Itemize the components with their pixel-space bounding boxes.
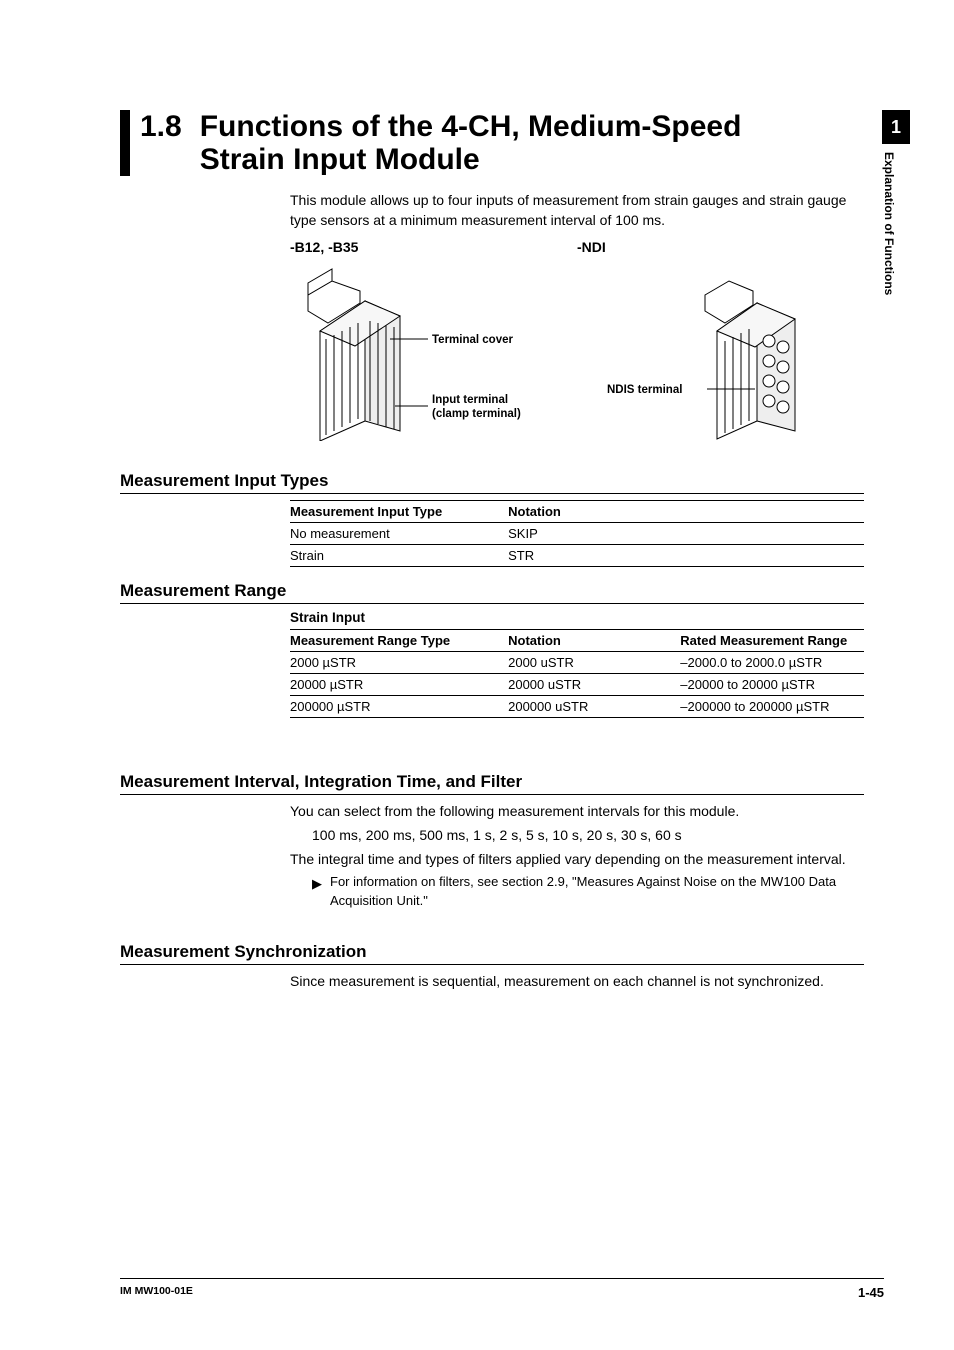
td: 20000 uSTR	[508, 673, 680, 695]
interval-p3: The integral time and types of filters a…	[290, 849, 864, 869]
table-row: 2000 µSTR 2000 uSTR –2000.0 to 2000.0 µS…	[290, 651, 864, 673]
interval-note: ▶ For information on filters, see sectio…	[312, 873, 864, 909]
td: –2000.0 to 2000.0 µSTR	[680, 651, 864, 673]
callout-terminal-cover: Terminal cover	[432, 334, 513, 346]
footer-page-num: 1-45	[858, 1285, 884, 1300]
footer-doc-id: IM MW100-01E	[120, 1285, 193, 1300]
header-accent-bar	[120, 110, 130, 176]
triangle-icon: ▶	[312, 875, 322, 893]
th: Notation	[508, 500, 864, 522]
td: SKIP	[508, 522, 864, 544]
callout-input-terminal-l2: (clamp terminal)	[432, 408, 521, 420]
interval-values: 100 ms, 200 ms, 500 ms, 1 s, 2 s, 5 s, 1…	[312, 825, 864, 845]
td: STR	[508, 544, 864, 566]
section-number: 1.8	[140, 110, 182, 143]
heading-sync: Measurement Synchronization	[120, 942, 864, 965]
callout-input-terminal-l1: Input terminal	[432, 394, 508, 406]
th: Notation	[508, 629, 680, 651]
table-input-types: Measurement Input Type Notation No measu…	[290, 500, 864, 567]
th: Measurement Range Type	[290, 629, 508, 651]
table-row: Strain STR	[290, 544, 864, 566]
page-footer: IM MW100-01E 1-45	[120, 1278, 884, 1300]
module-b12-illustration: Terminal cover Input terminal (clamp ter…	[290, 261, 550, 441]
note-text: For information on filters, see section …	[330, 874, 836, 907]
td: No measurement	[290, 522, 508, 544]
th: Measurement Input Type	[290, 500, 508, 522]
table-row: 200000 µSTR 200000 uSTR –200000 to 20000…	[290, 695, 864, 717]
td: 2000 µSTR	[290, 651, 508, 673]
td: –200000 to 200000 µSTR	[680, 695, 864, 717]
intro-text: This module allows up to four inputs of …	[290, 190, 864, 231]
td: 200000 µSTR	[290, 695, 508, 717]
table-range: Measurement Range Type Notation Rated Me…	[290, 629, 864, 718]
interval-p1: You can select from the following measur…	[290, 801, 864, 821]
td: Strain	[290, 544, 508, 566]
sync-p1: Since measurement is sequential, measure…	[290, 971, 864, 991]
heading-input-types: Measurement Input Types	[120, 471, 864, 494]
td: 20000 µSTR	[290, 673, 508, 695]
th: Rated Measurement Range	[680, 629, 864, 651]
table-row: 20000 µSTR 20000 uSTR –20000 to 20000 µS…	[290, 673, 864, 695]
section-header: 1.8 Functions of the 4-CH, Medium-Speed …	[120, 110, 884, 176]
td: 2000 uSTR	[508, 651, 680, 673]
table-row: No measurement SKIP	[290, 522, 864, 544]
module-ndi-illustration: NDIS terminal	[577, 261, 837, 441]
section-title: Functions of the 4-CH, Medium-Speed Stra…	[200, 110, 884, 176]
figure-left-label: -B12, -B35	[290, 239, 577, 255]
table-subtitle-strain: Strain Input	[290, 610, 864, 625]
td: –20000 to 20000 µSTR	[680, 673, 864, 695]
td: 200000 uSTR	[508, 695, 680, 717]
heading-interval: Measurement Interval, Integration Time, …	[120, 772, 864, 795]
callout-ndis-terminal: NDIS terminal	[607, 384, 682, 396]
figure-right-label: -NDI	[577, 239, 864, 255]
heading-range: Measurement Range	[120, 581, 864, 604]
figure-row: -B12, -B35	[290, 239, 864, 441]
